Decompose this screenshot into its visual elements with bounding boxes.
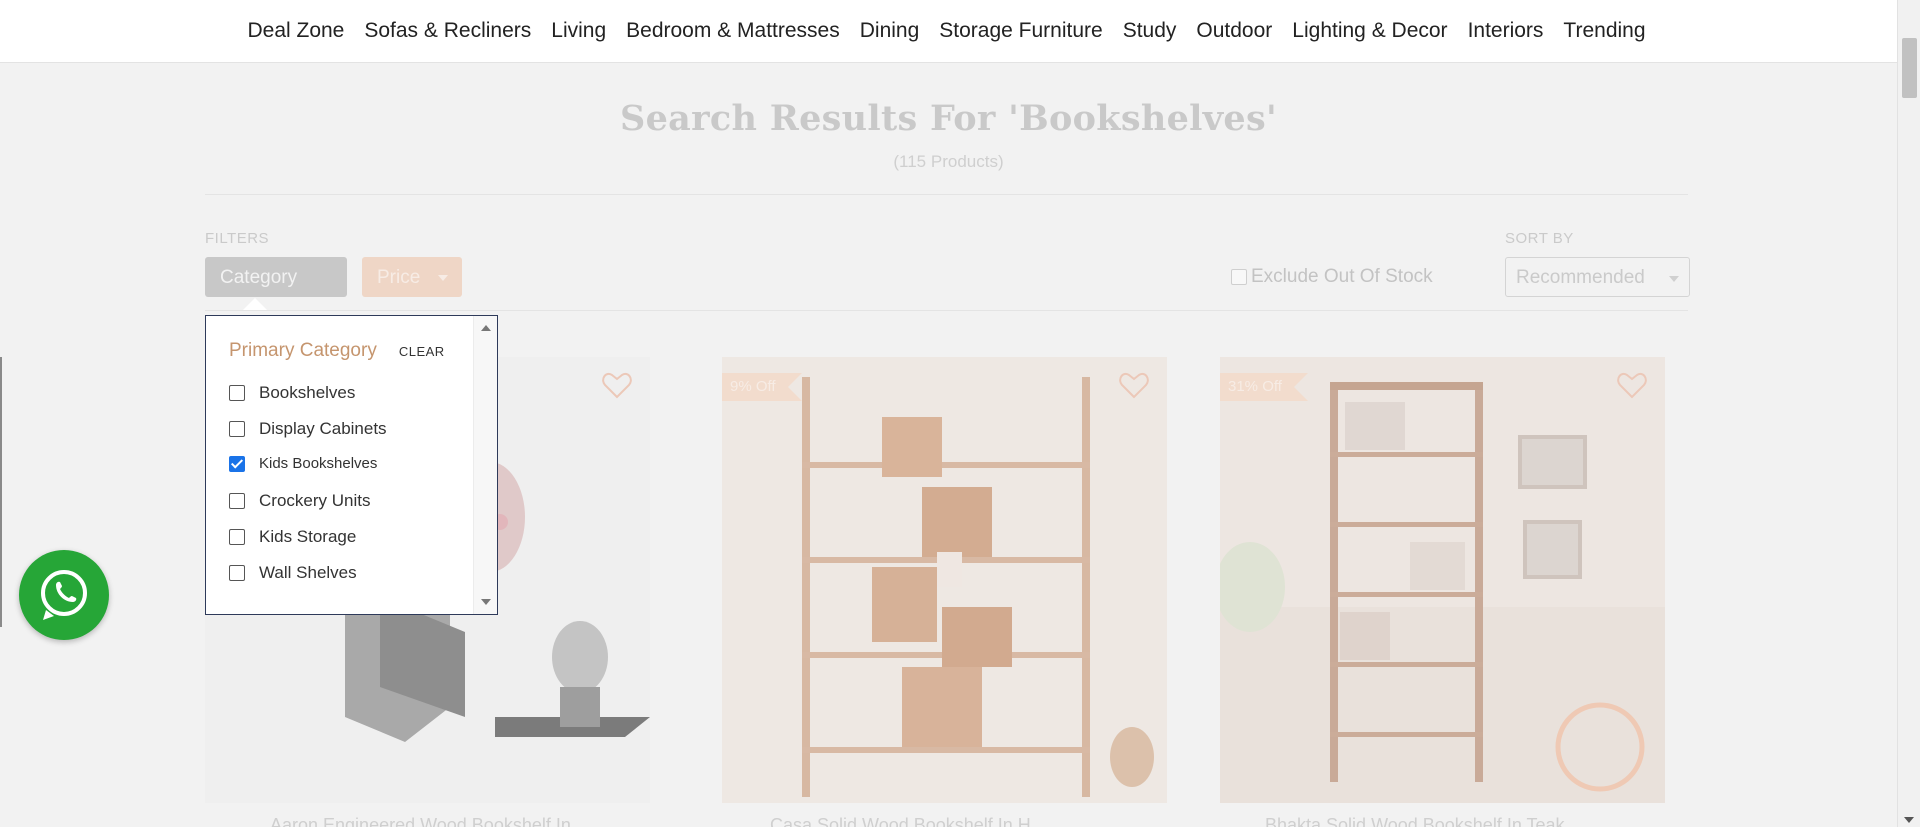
wishlist-heart-icon[interactable] — [1617, 371, 1647, 399]
exclude-out-of-stock-toggle[interactable]: Exclude Out Of Stock — [1231, 266, 1433, 288]
checkbox[interactable] — [229, 565, 245, 581]
left-edge-tab — [0, 357, 2, 627]
checkbox-checked[interactable] — [229, 455, 245, 472]
category-filter-button[interactable]: Category — [205, 257, 347, 297]
option-label: Crockery Units — [259, 491, 371, 510]
option-label: Bookshelves — [259, 383, 356, 402]
category-option-bookshelves[interactable]: Bookshelves — [229, 383, 355, 403]
filters-label: FILTERS — [205, 230, 270, 247]
option-label: Display Cabinets — [259, 419, 387, 438]
category-option-crockery-units[interactable]: Crockery Units — [229, 491, 370, 511]
nav-item-deal-zone[interactable]: Deal Zone — [237, 19, 354, 43]
search-results-title: Search Results For 'Bookshelves' — [620, 98, 1277, 139]
product-title[interactable]: Aaron Engineered Wood Bookshelf In — [270, 815, 571, 827]
category-option-kids-bookshelves[interactable]: Kids Bookshelves — [229, 455, 377, 472]
chevron-down-icon — [438, 275, 448, 281]
clear-button[interactable]: CLEAR — [399, 344, 445, 359]
discount-badge: 31% Off — [1220, 373, 1308, 401]
nav-item-outdoor[interactable]: Outdoor — [1186, 19, 1282, 43]
nav-item-living[interactable]: Living — [541, 19, 616, 43]
chevron-down-icon — [1669, 276, 1679, 282]
nav-item-trending[interactable]: Trending — [1553, 19, 1655, 43]
category-dropdown-panel: Primary Category CLEAR Bookshelves Displ… — [205, 315, 498, 615]
product-image — [1220, 357, 1665, 803]
option-label: Kids Storage — [259, 527, 357, 546]
category-option-wall-shelves[interactable]: Wall Shelves — [229, 563, 357, 583]
nav-item-lighting-decor[interactable]: Lighting & Decor — [1282, 19, 1457, 43]
top-navigation: Deal Zone Sofas & Recliners Living Bedro… — [0, 0, 1897, 63]
product-image — [722, 357, 1167, 803]
option-label: Kids Bookshelves — [259, 455, 378, 472]
product-card[interactable]: 31% Off — [1220, 357, 1665, 803]
sort-by-label: SORT BY — [1505, 230, 1574, 247]
primary-category-heading: Primary Category — [229, 340, 377, 361]
discount-badge: 9% Off — [722, 373, 802, 401]
nav-item-dining[interactable]: Dining — [850, 19, 930, 43]
product-title[interactable]: Casa Solid Wood Bookshelf In H — [770, 815, 1031, 827]
whatsapp-icon — [41, 570, 87, 620]
exclude-out-of-stock-label: Exclude Out Of Stock — [1251, 266, 1433, 287]
nav-item-sofas-recliners[interactable]: Sofas & Recliners — [354, 19, 541, 43]
sort-select-value: Recommended — [1516, 267, 1645, 288]
exclude-out-of-stock-checkbox[interactable] — [1231, 269, 1247, 285]
option-label: Wall Shelves — [259, 563, 357, 582]
product-count: (115 Products) — [893, 152, 1004, 171]
category-option-display-cabinets[interactable]: Display Cabinets — [229, 419, 387, 439]
price-filter-label: Price — [377, 267, 421, 288]
dropdown-pointer — [243, 298, 267, 310]
page-scrollbar[interactable] — [1897, 0, 1920, 827]
panel-header: Primary Category CLEAR — [229, 340, 445, 362]
nav-item-study[interactable]: Study — [1113, 19, 1187, 43]
category-option-kids-storage[interactable]: Kids Storage — [229, 527, 356, 547]
wishlist-heart-icon[interactable] — [602, 371, 632, 399]
scroll-down-arrow-icon[interactable] — [1904, 817, 1914, 823]
sort-select[interactable]: Recommended — [1505, 257, 1690, 297]
divider — [205, 310, 1688, 311]
nav-item-storage-furniture[interactable]: Storage Furniture — [929, 19, 1112, 43]
checkbox[interactable] — [229, 385, 245, 401]
divider — [205, 194, 1688, 195]
product-card[interactable]: 9% Off — [722, 357, 1167, 803]
scroll-down-arrow-icon[interactable] — [481, 599, 491, 605]
whatsapp-chat-button[interactable] — [19, 550, 109, 640]
nav-item-interiors[interactable]: Interiors — [1458, 19, 1554, 43]
checkbox[interactable] — [229, 421, 245, 437]
wishlist-heart-icon[interactable] — [1119, 371, 1149, 399]
product-title[interactable]: Bhakta Solid Wood Bookshelf In Teak — [1265, 815, 1565, 827]
scroll-up-arrow-icon[interactable] — [481, 325, 491, 331]
price-filter-button[interactable]: Price — [362, 257, 462, 297]
scrollbar-thumb[interactable] — [1902, 38, 1917, 98]
checkbox[interactable] — [229, 493, 245, 509]
nav-item-bedroom-mattresses[interactable]: Bedroom & Mattresses — [616, 19, 850, 43]
checkbox[interactable] — [229, 529, 245, 545]
panel-scrollbar[interactable] — [473, 316, 497, 614]
